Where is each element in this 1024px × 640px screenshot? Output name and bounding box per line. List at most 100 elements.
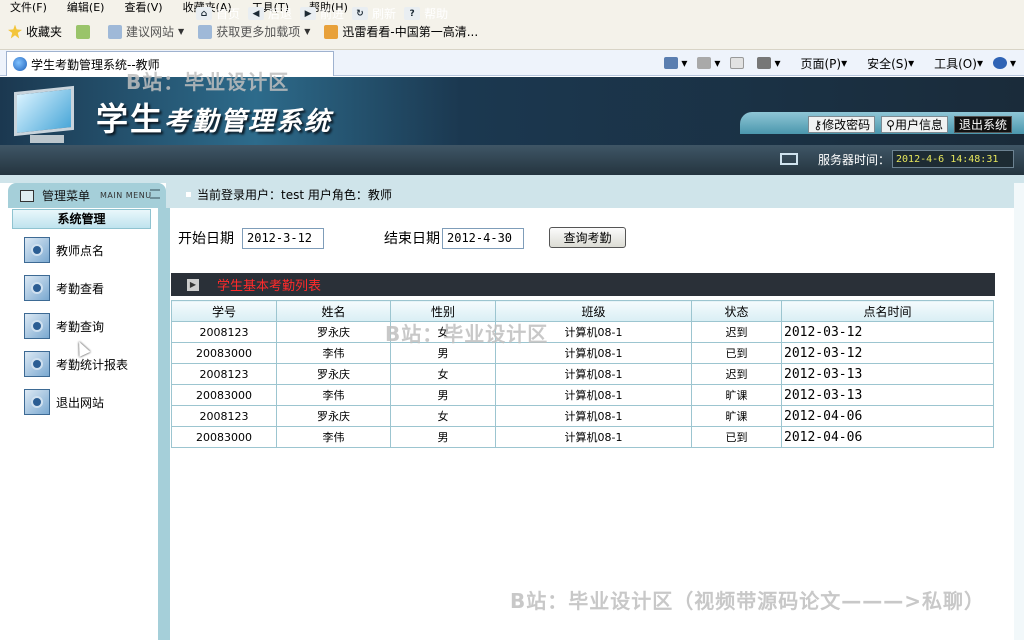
sidebar-title-en: MAIN MENU bbox=[100, 191, 152, 200]
cell-status: 已到 bbox=[691, 342, 782, 364]
user-icon: ⚲ bbox=[886, 117, 895, 132]
cell-status: 迟到 bbox=[691, 321, 782, 343]
cell-student-id: 2008123 bbox=[171, 321, 277, 343]
cell-name: 李伟 bbox=[276, 342, 391, 364]
cell-class: 计算机08-1 bbox=[495, 363, 692, 385]
cell-student-id: 20083000 bbox=[171, 426, 277, 448]
sidebar-item-exit[interactable]: 退出网站 bbox=[24, 386, 104, 418]
nav-refresh[interactable]: ↻ 刷新 bbox=[352, 5, 396, 22]
page-menu[interactable]: 页面(P) ▾ bbox=[790, 55, 847, 72]
nav-back[interactable]: ◀ 后退 bbox=[248, 5, 292, 22]
cell-class: 计算机08-1 bbox=[495, 384, 692, 406]
mail-icon bbox=[730, 57, 745, 69]
help-icon: ? bbox=[404, 7, 421, 20]
help-icon bbox=[992, 57, 1007, 69]
cell-class: 计算机08-1 bbox=[495, 405, 692, 427]
table-row[interactable]: 2008123 罗永庆 女 计算机08-1 旷课 2012-04-06 bbox=[171, 405, 994, 427]
tools-menu[interactable]: 工具(O) ▾ bbox=[924, 55, 983, 72]
menu-edit[interactable]: 编辑(E) bbox=[67, 0, 105, 15]
ie-icon bbox=[108, 24, 123, 39]
header-band bbox=[0, 175, 1024, 183]
query-form: 开始日期 2012-3-12 结束日期 2012-4-30 bbox=[178, 226, 524, 250]
gear-icon bbox=[24, 275, 50, 301]
main-right-edge bbox=[1014, 183, 1024, 640]
server-time-panel: 服务器时间： 2012-4-6 14:48:31 bbox=[780, 149, 1015, 169]
cell-time: 2012-04-06 bbox=[781, 426, 994, 448]
cell-student-id: 2008123 bbox=[171, 405, 277, 427]
fav-link-addons[interactable]: 获取更多加载项 ▼ bbox=[198, 23, 310, 40]
table-row[interactable]: 20083000 李伟 男 计算机08-1 已到 2012-04-06 bbox=[171, 426, 994, 448]
feeds-button[interactable]: ▾ bbox=[697, 56, 720, 70]
fav-link-suggested[interactable]: 建议网站 ▼ bbox=[108, 23, 184, 40]
cell-status: 已到 bbox=[691, 426, 782, 448]
collapse-icon[interactable] bbox=[150, 189, 160, 199]
col-name[interactable]: 姓名 bbox=[276, 300, 391, 322]
list-title: 学生基本考勤列表 bbox=[217, 279, 322, 294]
sidebar: 管理菜单 MAIN MENU 系统管理 教师点名 考勤查看 考勤查询 考勤统计报… bbox=[8, 183, 166, 640]
cell-class: 计算机08-1 bbox=[495, 426, 692, 448]
query-attendance-button[interactable]: 查询考勤 bbox=[549, 227, 626, 248]
sidebar-header: 管理菜单 MAIN MENU bbox=[8, 183, 166, 208]
menu-file[interactable]: 文件(F) bbox=[10, 0, 47, 15]
sidebar-item-attendance-view[interactable]: 考勤查看 bbox=[24, 272, 104, 304]
cell-name: 罗永庆 bbox=[276, 363, 391, 385]
mail-button[interactable] bbox=[730, 57, 747, 69]
cell-time: 2012-03-12 bbox=[781, 342, 994, 364]
computer-logo-icon bbox=[14, 85, 80, 145]
app-title: 学生考勤管理系统 bbox=[96, 100, 333, 138]
home-icon: ⌂ bbox=[196, 7, 212, 20]
fav-link-xunlei[interactable]: 迅雷看看-中国第一高清... bbox=[324, 23, 478, 40]
attendance-table: 学号 姓名 性别 班级 状态 点名时间 2008123 罗永庆 女 计算机08-… bbox=[171, 300, 994, 448]
cell-name: 李伟 bbox=[276, 426, 391, 448]
watermark-bottom: B站：毕业设计区（视频带源码论文———>私聊） bbox=[510, 589, 986, 613]
help-button[interactable]: ▾ bbox=[992, 56, 1016, 70]
table-header-row: 学号 姓名 性别 班级 状态 点名时间 bbox=[171, 300, 994, 322]
cell-gender: 女 bbox=[390, 363, 496, 385]
table-row[interactable]: 20083000 李伟 男 计算机08-1 旷课 2012-03-13 bbox=[171, 384, 994, 406]
cell-student-id: 2008123 bbox=[171, 363, 277, 385]
nav-home[interactable]: ⌂ 首页 bbox=[196, 5, 240, 22]
chevron-down-icon: ▼ bbox=[304, 27, 311, 36]
cell-gender: 男 bbox=[390, 384, 496, 406]
print-button[interactable]: ▾ bbox=[757, 56, 780, 70]
col-rollcall-time[interactable]: 点名时间 bbox=[781, 300, 994, 322]
cell-gender: 女 bbox=[390, 405, 496, 427]
cell-status: 迟到 bbox=[691, 363, 782, 385]
favorites-button[interactable]: 收藏夹 bbox=[8, 23, 62, 40]
safety-menu[interactable]: 安全(S) ▾ bbox=[857, 55, 914, 72]
home-button[interactable]: ▾ bbox=[664, 56, 687, 70]
table-row[interactable]: 2008123 罗永庆 女 计算机08-1 迟到 2012-03-13 bbox=[171, 363, 994, 385]
user-report-icon bbox=[24, 351, 50, 377]
header-buttons: ⚷ 修改密码 ⚲ 用户信息 退出系统 bbox=[802, 116, 1012, 133]
sidebar-item-roll-call[interactable]: 教师点名 bbox=[24, 234, 104, 266]
cell-name: 罗永庆 bbox=[276, 405, 391, 427]
server-time-value: 2012-4-6 14:48:31 bbox=[892, 150, 1015, 168]
ie-icon bbox=[13, 57, 27, 71]
start-date-input[interactable]: 2012-3-12 bbox=[242, 227, 324, 249]
add-favorite-button[interactable] bbox=[76, 24, 94, 39]
sidebar-item-attendance-query[interactable]: 考勤查询 bbox=[24, 310, 104, 342]
nav-forward[interactable]: ▶ 前进 bbox=[300, 5, 344, 22]
end-date-input[interactable]: 2012-4-30 bbox=[442, 227, 524, 249]
table-row[interactable]: 2008123 罗永庆 女 计算机08-1 迟到 2012-03-12 bbox=[171, 321, 994, 343]
browser-command-bar: ▾ ▾ ▾ 页面(P) ▾ 安全(S) ▾ 工具(O) ▾ ▾ bbox=[654, 54, 1016, 72]
refresh-icon: ↻ bbox=[352, 7, 369, 20]
browser-menubar: 文件(F) 编辑(E) 查看(V) 收藏夹(A) 工具(T) 帮助(H) bbox=[0, 0, 1024, 14]
sidebar-item-statistics-report[interactable]: 考勤统计报表 bbox=[24, 348, 128, 380]
watermark-center: B站：毕业设计区 bbox=[385, 322, 549, 346]
col-student-id[interactable]: 学号 bbox=[171, 300, 277, 322]
cell-name: 李伟 bbox=[276, 384, 391, 406]
watermark-top: B站：毕业设计区 bbox=[126, 70, 290, 94]
logout-button[interactable]: 退出系统 bbox=[953, 116, 1012, 133]
nav-help[interactable]: ? 帮助 bbox=[404, 5, 448, 22]
change-password-button[interactable]: ⚷ 修改密码 bbox=[808, 116, 876, 133]
list-title-bar: ▶ 学生基本考勤列表 bbox=[171, 273, 995, 296]
cell-student-id: 20083000 bbox=[171, 384, 277, 406]
col-status[interactable]: 状态 bbox=[691, 300, 782, 322]
user-info-button[interactable]: ⚲ 用户信息 bbox=[881, 116, 948, 133]
cell-time: 2012-03-13 bbox=[781, 384, 994, 406]
cell-time: 2012-03-12 bbox=[781, 321, 994, 343]
menu-view[interactable]: 查看(V) bbox=[124, 0, 162, 15]
table-row[interactable]: 20083000 李伟 男 计算机08-1 已到 2012-03-12 bbox=[171, 342, 994, 364]
chevron-down-icon: ▼ bbox=[178, 27, 185, 36]
